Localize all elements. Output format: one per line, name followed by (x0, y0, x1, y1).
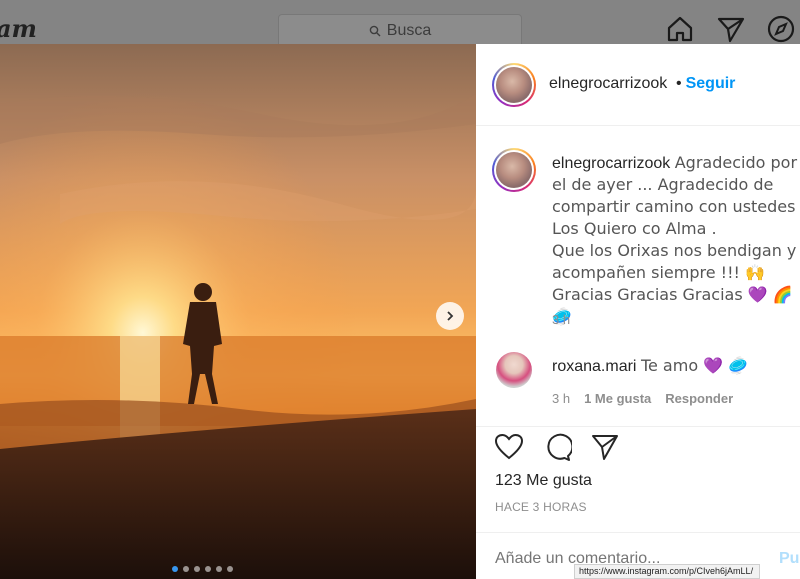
caption-timestamp[interactable]: 3 h (552, 312, 570, 327)
reply-button[interactable]: Responder (665, 391, 733, 406)
post-header: elnegrocarrizook • Seguir (476, 44, 800, 126)
carousel-next-button[interactable] (436, 302, 464, 330)
caption-avatar[interactable] (492, 148, 536, 192)
comment-item: roxana.mari Te amo 💜 🥏 (552, 356, 748, 376)
search-icon (369, 25, 381, 37)
home-icon[interactable] (665, 14, 695, 44)
post-actions (494, 432, 620, 462)
share-icon[interactable] (590, 432, 620, 462)
search-placeholder: Busca (386, 22, 432, 39)
paper-plane-icon[interactable] (716, 14, 746, 44)
chevron-right-icon (447, 311, 454, 321)
post-details-panel: elnegrocarrizook • Seguir elnegrocarrizoo… (476, 44, 800, 579)
likes-count[interactable]: 123 Me gusta (495, 472, 592, 490)
carousel-dot (172, 566, 178, 572)
comment-icon[interactable] (542, 432, 572, 462)
compass-icon[interactable] (766, 14, 796, 44)
top-navigation-bar: am Busca (0, 0, 800, 48)
carousel-dot (183, 566, 189, 572)
carousel-dot (205, 566, 211, 572)
comment-meta: 3 h 1 Me gusta Responder (552, 391, 733, 406)
author-username[interactable]: elnegrocarrizook (549, 75, 667, 93)
commenter-username[interactable]: roxana.mari (552, 358, 636, 375)
follow-group: • Seguir (676, 75, 735, 93)
carousel-dot (227, 566, 233, 572)
sunset-beach-photo (0, 44, 476, 579)
browser-status-url: https://www.instagram.com/p/CIveh6jAmLL/ (574, 564, 760, 579)
post-caption: elnegrocarrizook Agradecido por el de ay… (552, 152, 800, 328)
bullet-separator: • (676, 75, 682, 92)
comment-timestamp[interactable]: 3 h (552, 391, 570, 406)
carousel-dot (216, 566, 222, 572)
comments-section: elnegrocarrizook Agradecido por el de ay… (476, 127, 800, 427)
post-photo[interactable] (0, 44, 476, 579)
search-box[interactable]: Busca (278, 14, 522, 48)
publish-button[interactable]: Pul (779, 550, 800, 568)
caption-username[interactable]: elnegrocarrizook (552, 155, 670, 172)
post-timestamp[interactable]: HACE 3 HORAS (495, 500, 587, 514)
carousel-dots (172, 566, 233, 572)
caption-text: Agradecido por el de ayer ... Agradecido… (552, 153, 798, 326)
comment-likes[interactable]: 1 Me gusta (584, 391, 651, 406)
follow-button[interactable]: Seguir (686, 75, 736, 92)
heart-icon[interactable] (494, 432, 524, 462)
commenter-avatar[interactable] (496, 352, 532, 388)
instagram-logo[interactable]: am (0, 14, 37, 43)
comment-text: Te amo 💜 🥏 (640, 356, 749, 375)
carousel-dot (194, 566, 200, 572)
author-avatar[interactable] (492, 63, 536, 107)
